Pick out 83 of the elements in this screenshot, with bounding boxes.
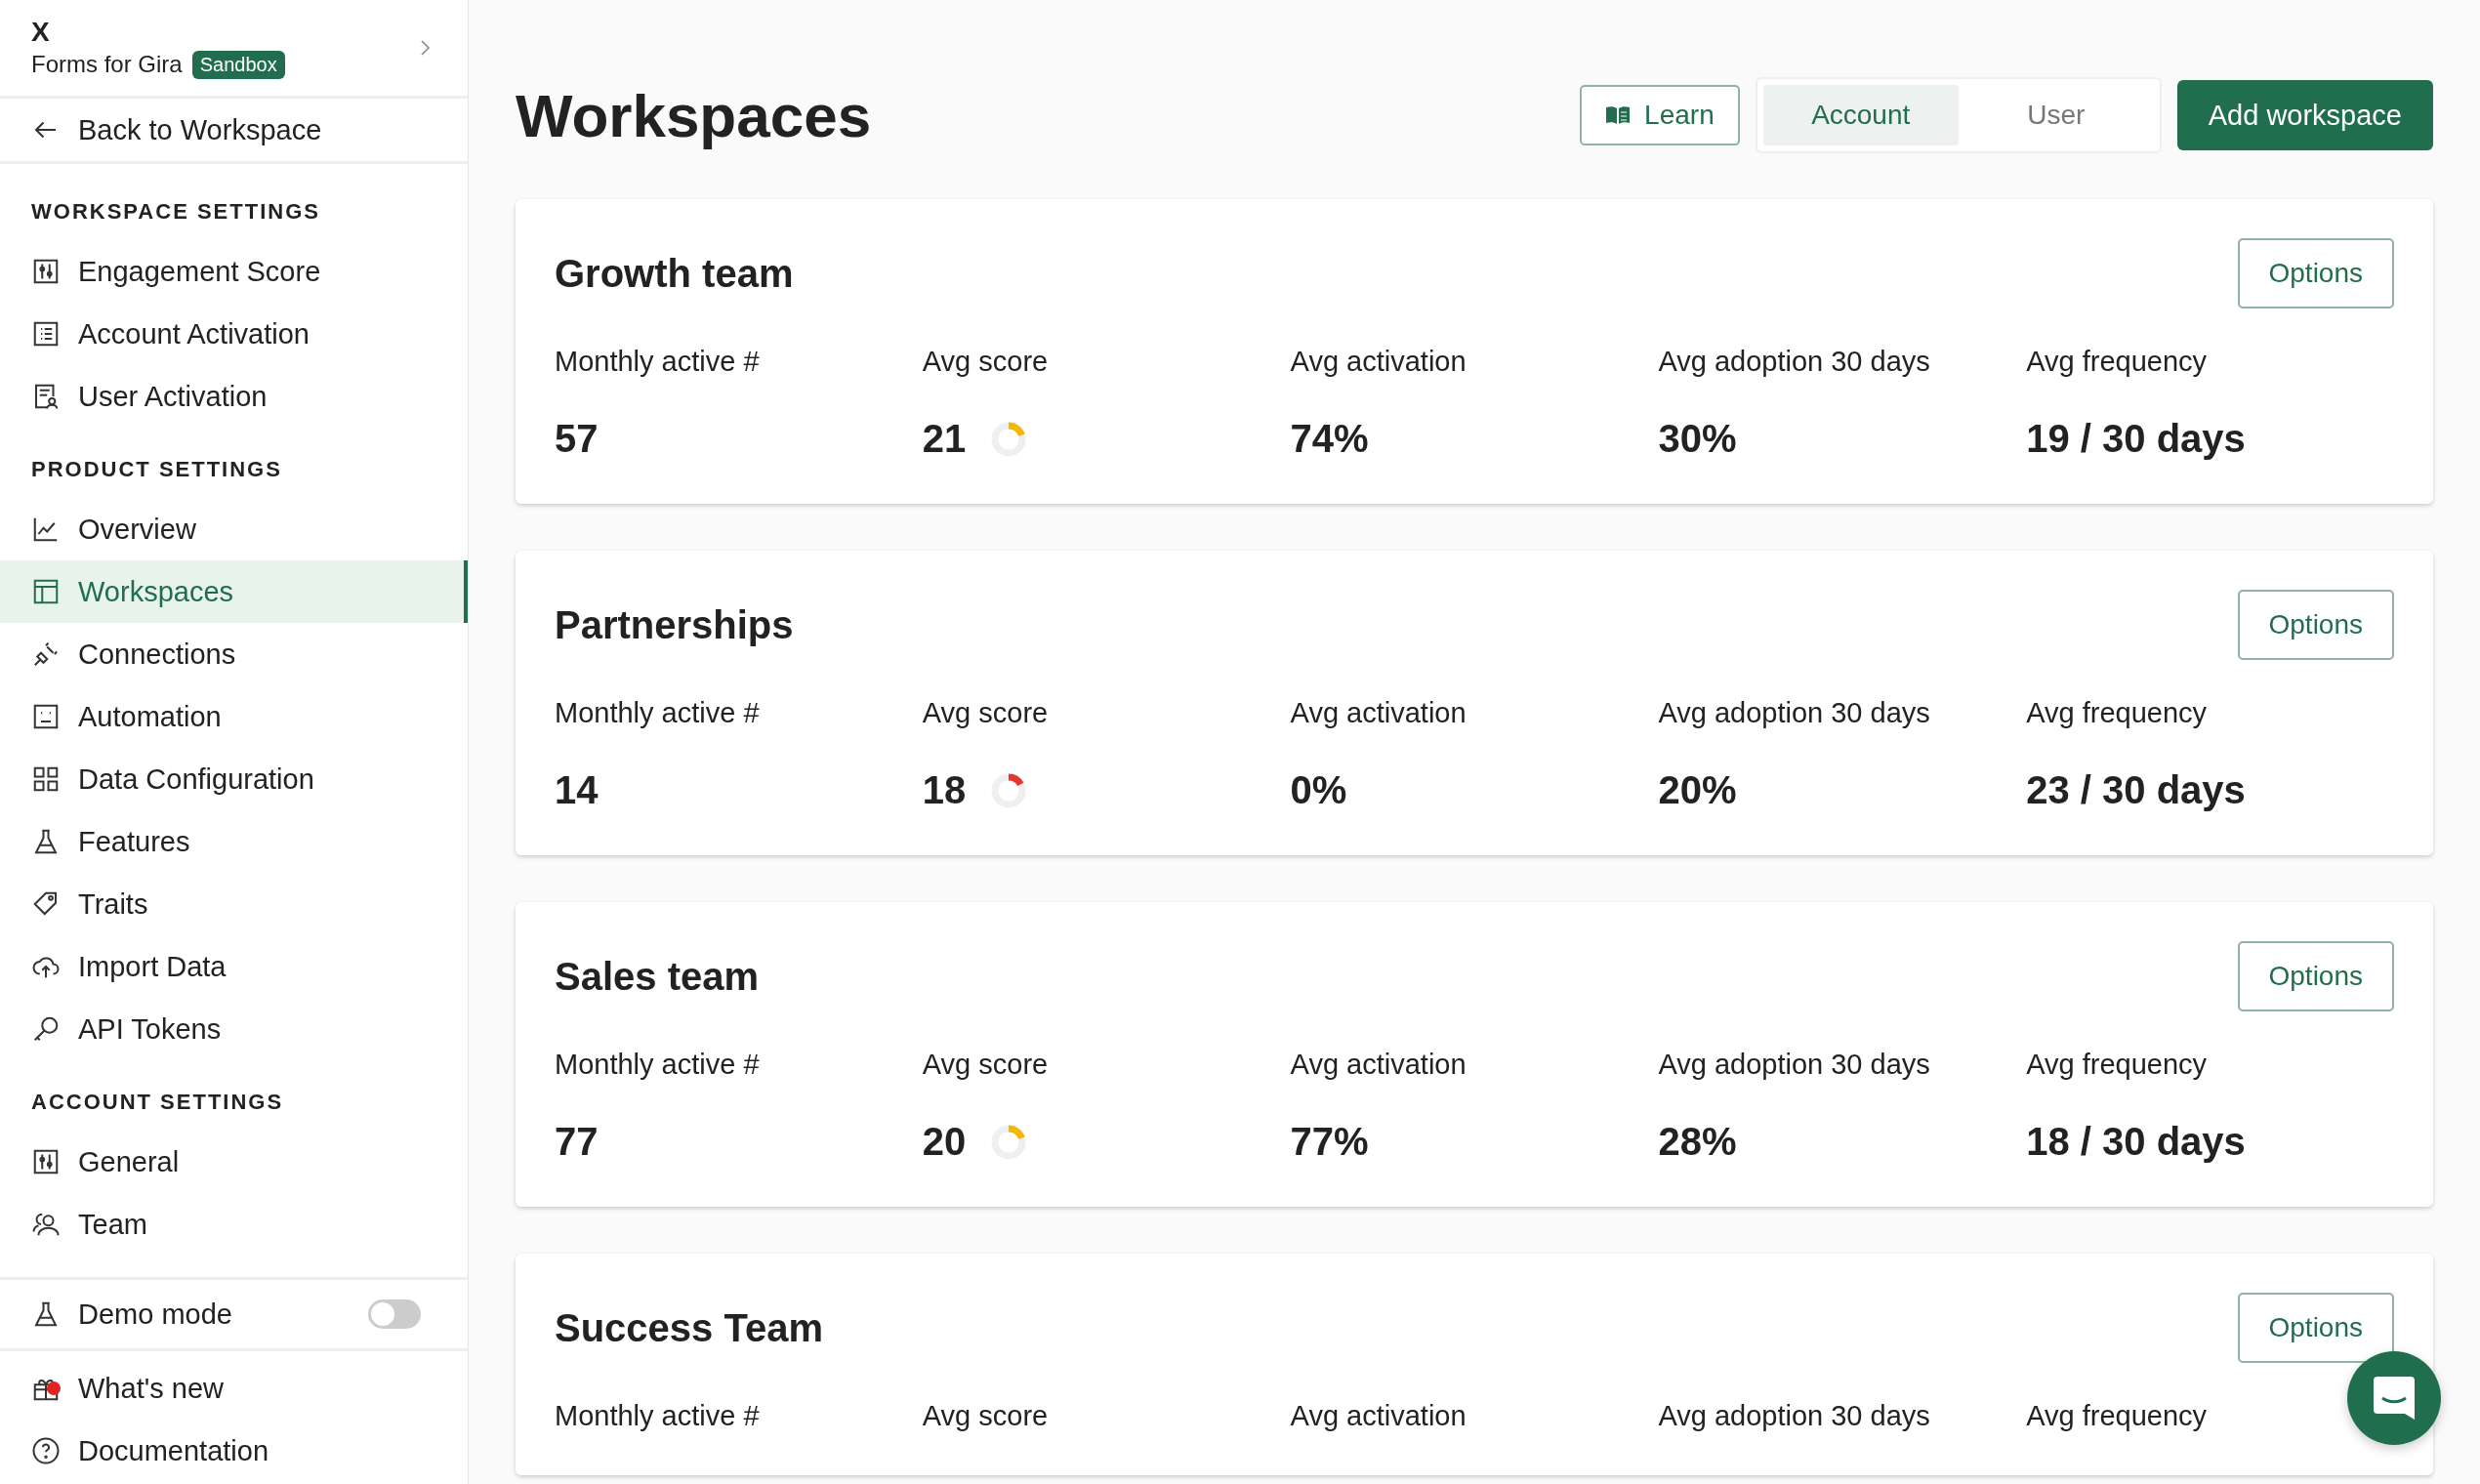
workspace-name: Sales team <box>555 954 760 999</box>
metric-label: Monthly active # <box>555 697 761 729</box>
sidebar-item[interactable]: Traits <box>0 873 468 935</box>
metric-label: Avg activation <box>1290 1400 1467 1432</box>
book-icon <box>1605 104 1632 126</box>
metric-label: Avg frequency <box>2026 1049 2209 1081</box>
page-title: Workspaces <box>516 80 872 150</box>
metric-value: 18 / 30 days <box>2026 1120 2246 1164</box>
workspace-name: Growth team <box>555 251 794 296</box>
demo-mode-label: Demo mode <box>31 1298 232 1331</box>
metric-label: Avg adoption 30 days <box>1658 1049 1931 1081</box>
metric-value: 57 <box>555 417 599 461</box>
metric-label: Monthly active # <box>555 1400 761 1432</box>
sidebar-item[interactable]: General <box>0 1131 468 1193</box>
metric-value: 0% <box>1290 768 1347 812</box>
sidebar-item[interactable]: Engagement Score <box>0 240 468 303</box>
key-icon <box>31 1014 61 1044</box>
options-button[interactable]: Options <box>2237 238 2394 309</box>
sidebar-item[interactable]: Connections <box>0 623 468 685</box>
metric-value: 18 <box>922 768 967 812</box>
list-icon <box>31 319 61 349</box>
metric-value: 23 / 30 days <box>2026 768 2246 812</box>
sidebar-item[interactable]: Workspaces <box>0 560 468 623</box>
view-tab[interactable]: User <box>1958 85 2154 145</box>
sliders-icon <box>31 257 61 286</box>
back-link[interactable]: Back to Workspace <box>0 99 468 164</box>
sidebar-item[interactable]: Import Data <box>0 935 468 998</box>
metric-label: Avg adoption 30 days <box>1658 1400 1931 1432</box>
metric-value: 77 <box>555 1120 599 1164</box>
metric-label: Avg frequency <box>2026 1400 2209 1432</box>
demo-mode-toggle[interactable] <box>368 1299 421 1329</box>
layout-icon <box>31 577 61 606</box>
metric-label: Avg score <box>922 697 1050 729</box>
options-button[interactable]: Options <box>2237 590 2394 660</box>
metric-value: 74% <box>1290 417 1369 461</box>
metric-label: Avg score <box>922 1049 1050 1081</box>
sidebar-item[interactable]: API Tokens <box>0 998 468 1060</box>
sidebar-item[interactable]: Features <box>0 810 468 873</box>
plug-icon <box>31 639 61 669</box>
metric-label: Avg activation <box>1290 1049 1467 1081</box>
chat-icon <box>2374 1377 2415 1420</box>
options-button[interactable]: Options <box>2237 941 2394 1011</box>
metric-value: 30% <box>1658 417 1737 461</box>
add-workspace-button[interactable]: Add workspace <box>2176 80 2433 150</box>
view-tab[interactable]: Account <box>1762 85 1959 145</box>
metric-label: Avg activation <box>1290 697 1467 729</box>
sliders-icon <box>31 1147 61 1176</box>
grid-icon <box>31 764 61 794</box>
metric-value: 21 <box>922 417 967 461</box>
metric-label: Avg score <box>922 1400 1050 1432</box>
sidebar-item[interactable]: Team <box>0 1193 468 1256</box>
metric-value: 28% <box>1658 1120 1737 1164</box>
options-button[interactable]: Options <box>2237 1293 2394 1363</box>
metric-label: Avg activation <box>1290 346 1467 378</box>
sidebar-link[interactable]: What's new <box>0 1357 468 1420</box>
metric-label: Monthly active # <box>555 346 761 378</box>
metric-label: Avg frequency <box>2026 697 2209 729</box>
metric-value: 14 <box>555 768 599 812</box>
metric-value: 19 / 30 days <box>2026 417 2246 461</box>
metric-label: Avg frequency <box>2026 346 2209 378</box>
metric-value: 20% <box>1658 768 1737 812</box>
robot-face-icon <box>31 702 61 731</box>
workspace-name: Partnerships <box>555 602 794 647</box>
section-heading: ACCOUNT SETTINGS <box>30 1089 285 1116</box>
sidebar-item[interactable]: Account Activation <box>0 303 468 365</box>
metric-label: Avg adoption 30 days <box>1658 697 1931 729</box>
metric-label: Monthly active # <box>555 1049 761 1081</box>
environment-badge: Sandbox <box>191 50 285 79</box>
sidebar-link[interactable]: Documentation <box>0 1420 468 1482</box>
workspace-name: Success Team <box>555 1305 823 1350</box>
sidebar-item[interactable]: Automation <box>0 685 468 748</box>
learn-button[interactable]: Learn <box>1580 85 1740 145</box>
sidebar-item[interactable]: User Activation <box>0 365 468 428</box>
product-name: Forms for Gira <box>31 51 183 78</box>
brand-logo: X <box>31 17 51 47</box>
section-heading: PRODUCT SETTINGS <box>30 456 283 483</box>
metric-value: 77% <box>1290 1120 1369 1164</box>
metric-label: Avg score <box>922 346 1050 378</box>
sidebar-item[interactable]: Overview <box>0 498 468 560</box>
metric-label: Avg adoption 30 days <box>1658 346 1931 378</box>
metric-value: 20 <box>922 1120 967 1164</box>
sidebar-item[interactable]: Data Configuration <box>0 748 468 810</box>
section-heading: WORKSPACE SETTINGS <box>30 198 321 226</box>
